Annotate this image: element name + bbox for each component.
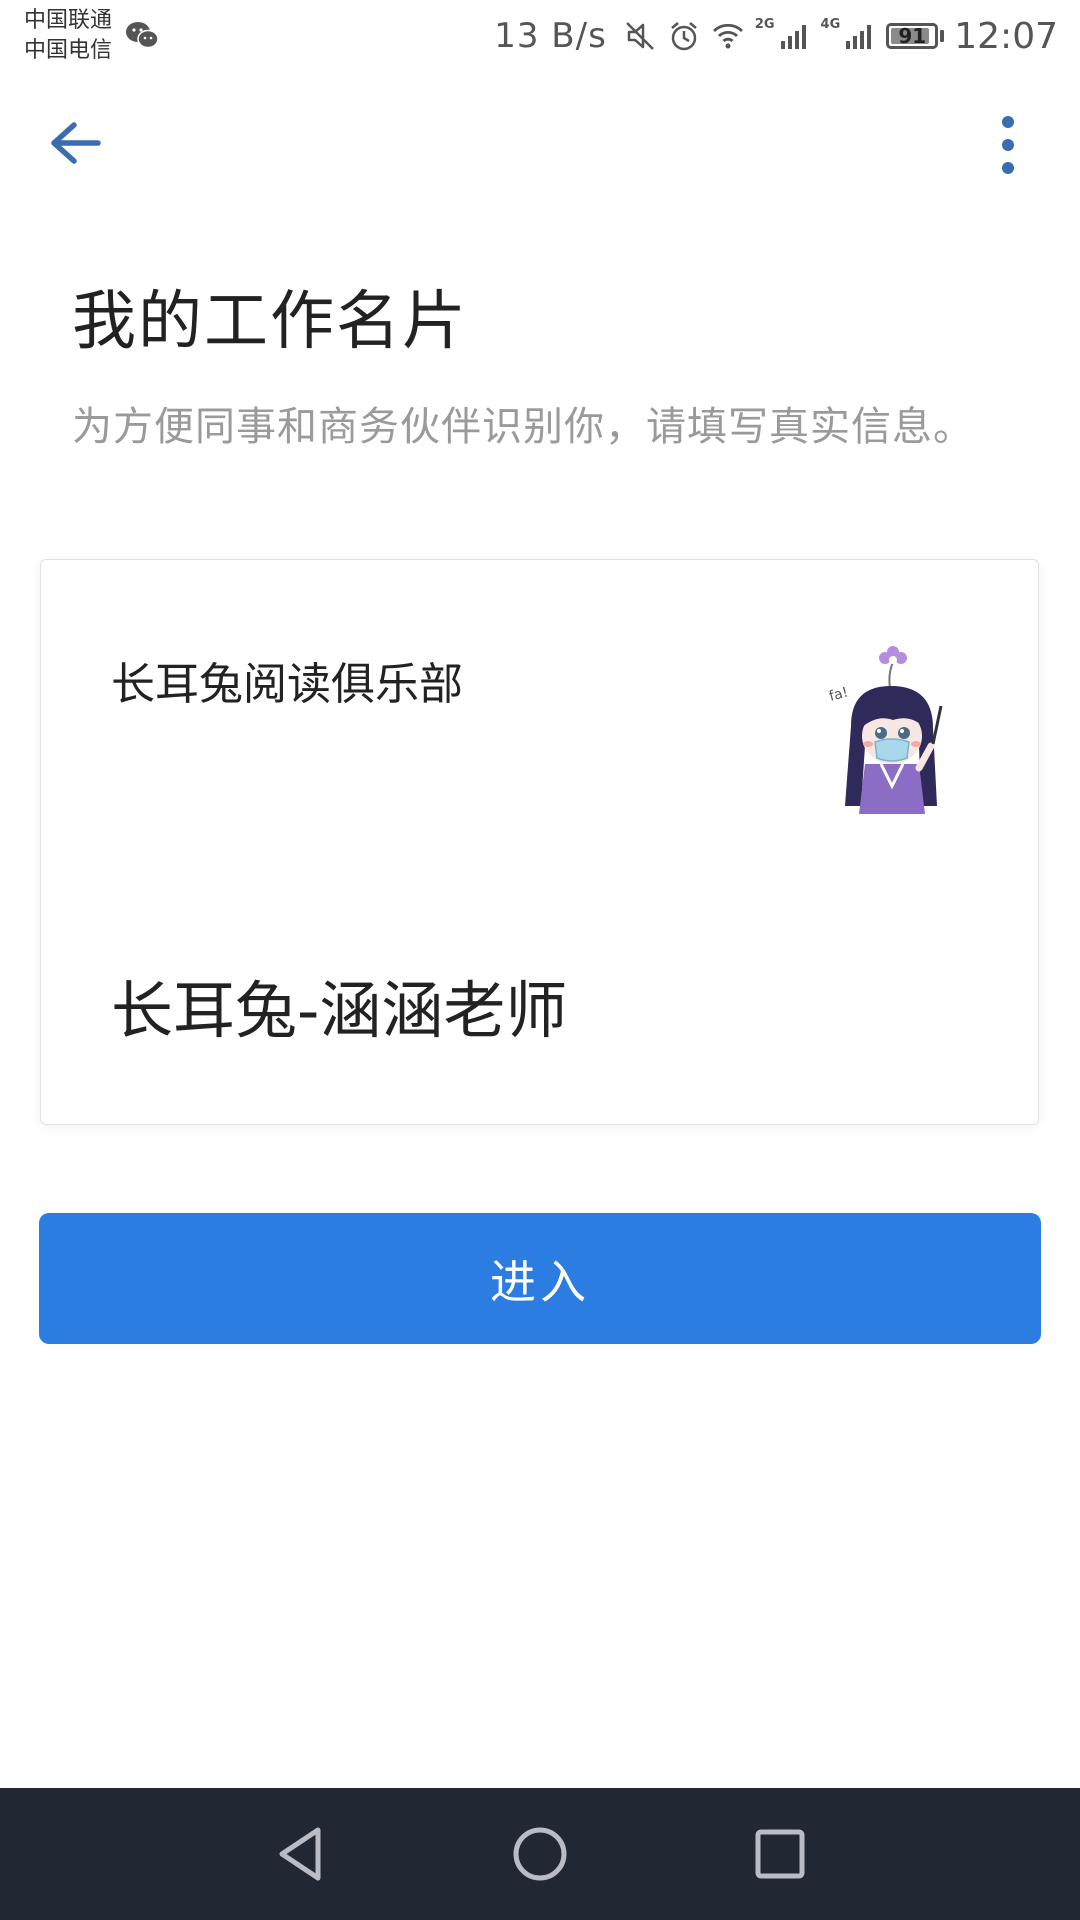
company-name[interactable]: 长耳兔阅读俱乐部 [111, 648, 463, 712]
battery-indicator: 91 [886, 23, 945, 49]
navigation-bar [0, 1788, 1080, 1920]
status-bar: 中国联通 中国电信 13 B/s 2G 4G 91 12:07 [0, 0, 1080, 74]
arrow-left-icon [51, 122, 101, 164]
carrier-1: 中国联通 [24, 8, 113, 33]
page-title: 我的工作名片 [72, 285, 468, 359]
signal-1-icon [780, 25, 806, 49]
carrier-info: 中国联通 中国电信 [24, 6, 112, 66]
net-speed: 13 B/s [494, 16, 607, 56]
enter-button[interactable]: 进入 [39, 1213, 1041, 1344]
page-subtitle: 为方便同事和商务伙伴识别你，请填写真实信息。 [72, 404, 974, 450]
signal-1-label: 2G [754, 16, 775, 32]
battery-cap [940, 30, 945, 42]
person-name[interactable]: 长耳兔-涵涵老师 [111, 960, 567, 1050]
business-card: 长耳兔阅读俱乐部 fa! 长耳兔-涵涵老师 [40, 559, 1039, 1125]
wifi-icon [712, 23, 743, 49]
battery-level-text: 91 [898, 24, 927, 48]
more-vertical-icon [1002, 116, 1014, 174]
battery-icon: 91 [886, 23, 939, 49]
back-button[interactable] [40, 112, 112, 184]
more-options-button[interactable] [986, 112, 1030, 184]
alarm-icon [671, 22, 697, 51]
signal-2-icon [846, 25, 872, 49]
status-icons: 13 B/s 2G 4G 91 12:07 [494, 10, 1058, 62]
carrier-2: 中国电信 [24, 38, 113, 63]
nav-recent-icon[interactable] [744, 1818, 816, 1890]
wechat-icon [126, 22, 159, 49]
nav-home-icon[interactable] [504, 1818, 576, 1890]
signal-2-label: 4G [820, 16, 841, 32]
svg-text:fa!: fa! [827, 684, 850, 704]
mute-icon [625, 22, 654, 50]
nav-back-icon[interactable] [264, 1818, 336, 1890]
avatar[interactable]: fa! [821, 636, 961, 816]
clock: 12:07 [954, 15, 1058, 57]
